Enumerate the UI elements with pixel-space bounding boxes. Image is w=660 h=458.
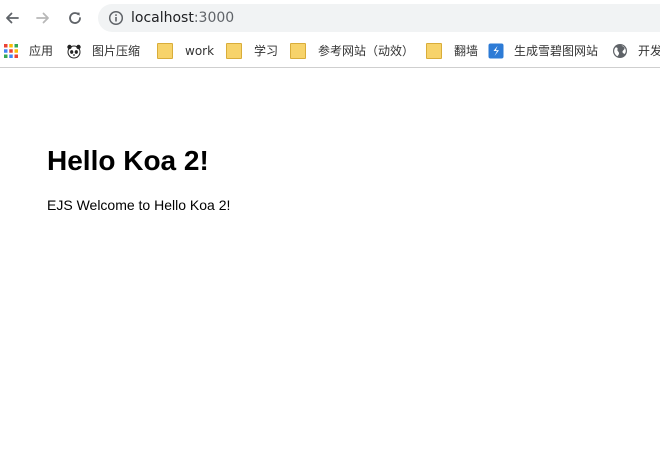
bookmark-work[interactable]: work [155, 41, 214, 61]
bookmark-label: 生成雪碧图网站 [514, 44, 599, 58]
folder-icon [157, 43, 173, 59]
bookmark-label: work [185, 44, 215, 58]
folder-icon [426, 43, 442, 59]
reload-icon [69, 12, 81, 24]
globe-icon [613, 44, 627, 58]
address-bar[interactable]: localhost:3000 [98, 4, 660, 32]
browser-toolbar: localhost:3000 [0, 0, 660, 36]
reload-button[interactable] [63, 6, 87, 30]
bookmark-reference-sites[interactable]: 参考网站（动效） [288, 41, 414, 61]
bookmarks-bar: 应用 图片压缩 work 学习 参考网站（动效） 翻墙 生成雪碧图网站 开发 [0, 36, 660, 68]
back-arrow-icon [6, 12, 19, 24]
bookmark-label: 翻墙 [454, 44, 479, 58]
site-info-icon[interactable] [108, 10, 124, 26]
apps-grid-icon [4, 44, 18, 58]
bookmark-image-compress[interactable]: 图片压缩 [66, 41, 140, 61]
bookmark-label: 图片压缩 [92, 44, 141, 58]
bookmark-label: 应用 [29, 44, 54, 58]
bookmark-apps[interactable]: 应用 [3, 41, 53, 61]
url-host: localhost [131, 10, 194, 26]
bookmark-vpn[interactable]: 翻墙 [424, 41, 478, 61]
bookmark-label: 开发 [638, 44, 660, 58]
address-url: localhost:3000 [131, 9, 234, 27]
bookmark-sprite-generator[interactable]: 生成雪碧图网站 [488, 41, 598, 61]
bookmark-label: 学习 [254, 44, 279, 58]
folder-icon [226, 43, 242, 59]
welcome-text: EJS Welcome to Hello Koa 2! [47, 197, 231, 213]
url-port: :3000 [193, 10, 235, 26]
page-heading: Hello Koa 2! [47, 145, 209, 176]
bookmark-label: 参考网站（动效） [318, 44, 415, 58]
bookmark-dev[interactable]: 开发 [612, 41, 660, 61]
folder-icon [290, 43, 306, 59]
panda-icon [67, 44, 81, 59]
bookmark-study[interactable]: 学习 [224, 41, 278, 61]
forward-button[interactable] [31, 6, 55, 30]
sprite-logo-icon [488, 43, 504, 59]
forward-arrow-icon [36, 12, 49, 24]
page-viewport: Hello Koa 2! EJS Welcome to Hello Koa 2! [0, 68, 660, 458]
back-button[interactable] [0, 6, 24, 30]
